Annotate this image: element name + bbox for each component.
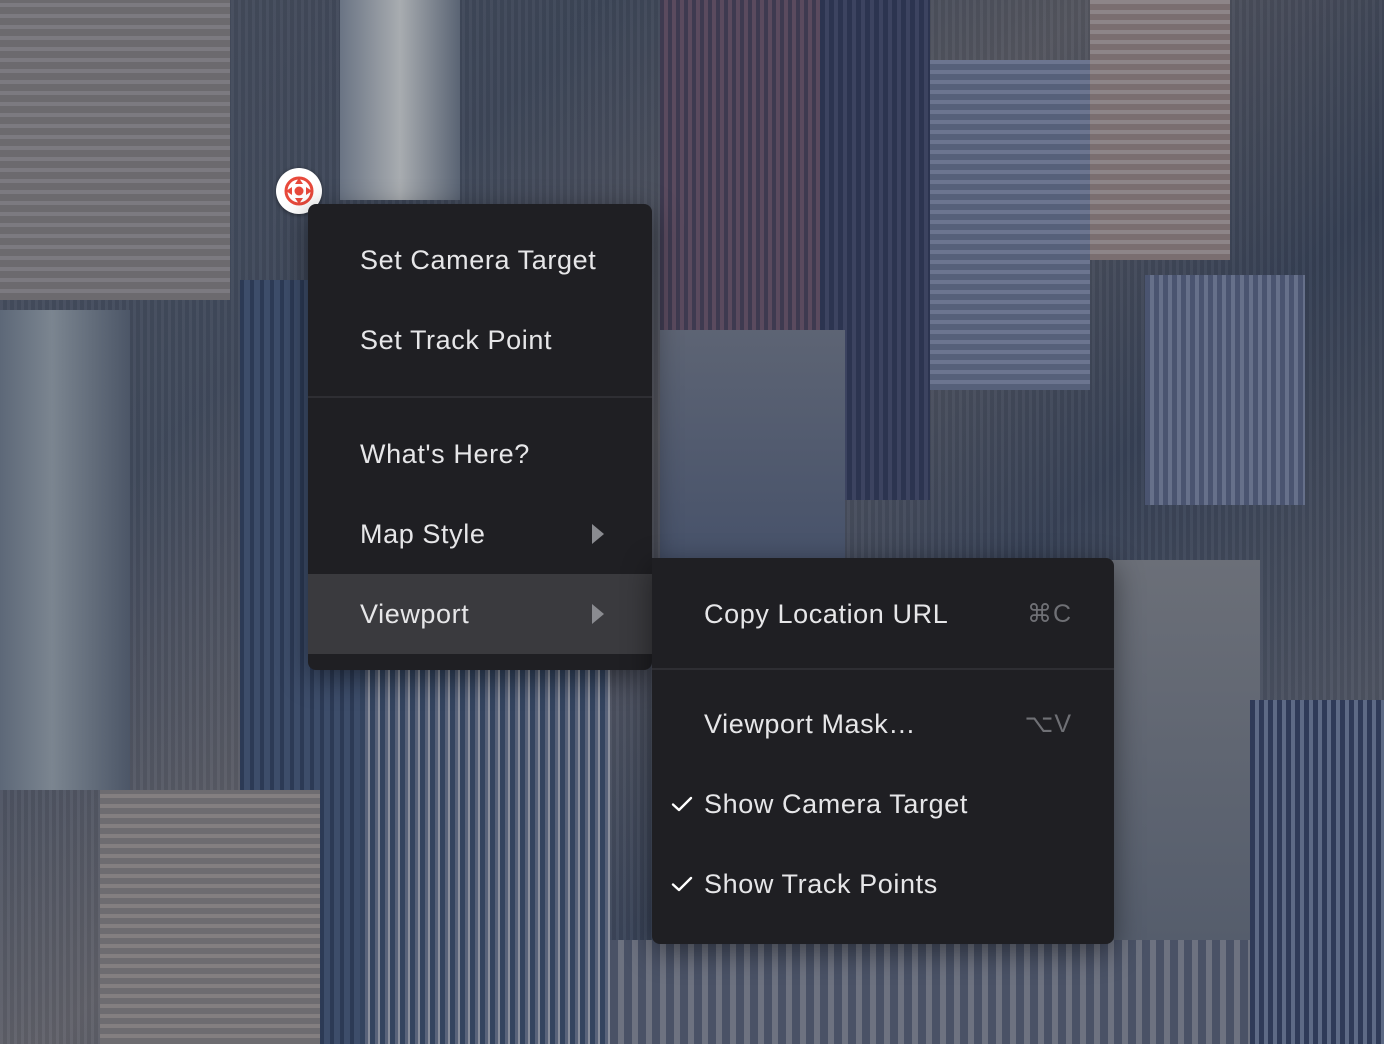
viewport-submenu: Copy Location URL ⌘C Viewport Mask… ⌥V S…: [652, 558, 1114, 944]
menu-item-label: Set Track Point: [360, 324, 553, 355]
map-building: [660, 0, 820, 330]
menu-divider: [308, 396, 652, 398]
shortcut-label: ⌥V: [1024, 710, 1072, 738]
menu-item-label: Viewport: [360, 598, 470, 629]
checkmark-icon: [671, 876, 693, 892]
menu-item-label: What's Here?: [360, 438, 530, 469]
menu-item-map-style[interactable]: Map Style: [308, 494, 652, 574]
menu-item-label: Show Track Points: [704, 868, 938, 899]
shortcut-label: ⌘C: [1026, 600, 1072, 628]
map-building: [930, 60, 1090, 390]
menu-item-show-track-points[interactable]: Show Track Points: [652, 844, 1114, 924]
menu-item-whats-here[interactable]: What's Here?: [308, 414, 652, 494]
map-building: [660, 330, 845, 560]
map-building: [1145, 275, 1305, 505]
menu-item-viewport[interactable]: Viewport: [308, 574, 652, 654]
menu-divider: [652, 668, 1114, 670]
map-building: [340, 0, 460, 200]
menu-item-label: Show Camera Target: [704, 788, 968, 819]
map-building: [1100, 560, 1260, 940]
menu-item-label: Set Camera Target: [360, 244, 597, 275]
map-building: [0, 310, 130, 790]
map-building: [360, 640, 610, 1044]
submenu-arrow-icon: [592, 524, 604, 544]
menu-item-label: Map Style: [360, 518, 486, 549]
map-building: [100, 790, 320, 1044]
map-building: [610, 940, 1250, 1044]
menu-item-copy-location-url[interactable]: Copy Location URL ⌘C: [652, 574, 1114, 654]
menu-item-show-camera-target[interactable]: Show Camera Target: [652, 764, 1114, 844]
menu-item-set-camera-target[interactable]: Set Camera Target: [308, 220, 652, 300]
menu-item-set-track-point[interactable]: Set Track Point: [308, 300, 652, 380]
menu-item-label: Copy Location URL: [704, 598, 949, 629]
map-building: [1250, 700, 1384, 1044]
context-menu: Set Camera Target Set Track Point What's…: [308, 204, 652, 670]
checkmark-icon: [671, 796, 693, 812]
map-building: [0, 0, 230, 300]
map-building: [1090, 0, 1230, 260]
camera-target-icon: [284, 176, 314, 206]
submenu-arrow-icon: [592, 604, 604, 624]
menu-item-viewport-mask[interactable]: Viewport Mask… ⌥V: [652, 684, 1114, 764]
menu-item-label: Viewport Mask…: [704, 708, 916, 739]
